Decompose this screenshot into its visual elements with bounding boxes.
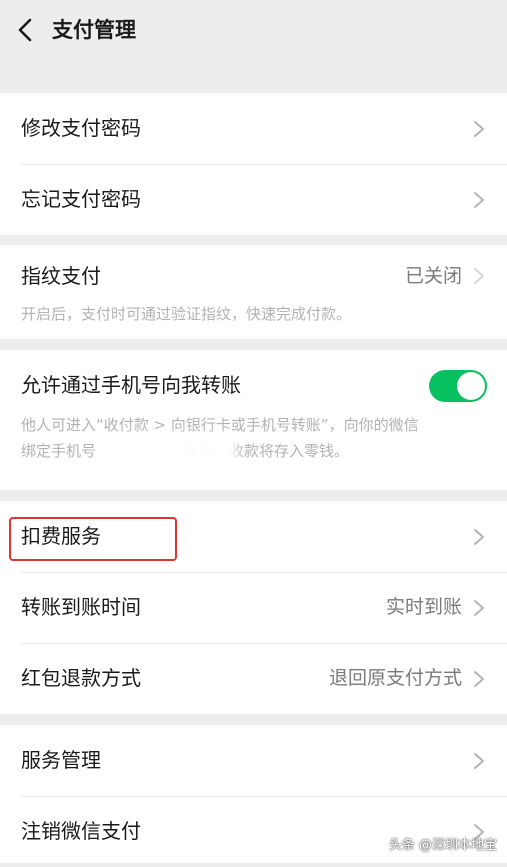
change-pay-password-row[interactable]: 修改支付密码 bbox=[0, 93, 507, 164]
transfer-time-label: 转账到账时间 bbox=[21, 595, 141, 619]
chevron-right-icon bbox=[474, 671, 484, 687]
navigation-bar: 支付管理 bbox=[0, 0, 507, 60]
phone-transfer-description-line1: 他人可进入“收付款 > 向银行卡或手机号转账”，向你的微信 bbox=[21, 416, 419, 434]
description-prefix: 绑定手机号 bbox=[21, 442, 97, 460]
deduction-service-highlight bbox=[9, 517, 177, 561]
fingerprint-description: 开启后，支付时可通过验证指纹，快速完成付款。 bbox=[21, 305, 352, 323]
phone-transfer-group: 允许通过手机号向我转账 他人可进入“收付款 > 向银行卡或手机号转账”，向你的微… bbox=[0, 350, 507, 490]
forgot-pay-password-row[interactable]: 忘记支付密码 bbox=[0, 164, 507, 235]
chevron-right-icon bbox=[474, 529, 484, 545]
change-pay-password-label: 修改支付密码 bbox=[21, 116, 141, 140]
phone-transfer-label: 允许通过手机号向我转账 bbox=[21, 373, 241, 397]
red-packet-refund-row[interactable]: 红包退款方式 退回原支付方式 bbox=[0, 643, 507, 714]
phone-transfer-toggle[interactable] bbox=[429, 370, 487, 402]
forgot-pay-password-label: 忘记支付密码 bbox=[21, 187, 141, 211]
chevron-right-icon bbox=[474, 600, 484, 616]
cancel-wechat-pay-label: 注销微信支付 bbox=[21, 819, 141, 843]
fingerprint-pay-row[interactable]: 指纹支付 已关闭 bbox=[0, 245, 507, 307]
page-title: 支付管理 bbox=[52, 18, 136, 42]
phone-transfer-description-line2: 绑定手机号 转账，收款将存入零钱。 bbox=[21, 438, 487, 464]
chevron-right-icon bbox=[474, 268, 484, 284]
service-manage-label: 服务管理 bbox=[21, 748, 101, 772]
red-packet-refund-value: 退回原支付方式 bbox=[328, 667, 462, 689]
fingerprint-pay-status: 已关闭 bbox=[404, 265, 462, 287]
transfer-time-row[interactable]: 转账到账时间 实时到账 bbox=[0, 572, 507, 643]
password-group: 修改支付密码 忘记支付密码 bbox=[0, 93, 507, 235]
privacy-blur bbox=[112, 441, 232, 467]
fingerprint-group: 指纹支付 已关闭 开启后，支付时可通过验证指纹，快速完成付款。 bbox=[0, 245, 507, 339]
red-packet-refund-label: 红包退款方式 bbox=[21, 666, 141, 690]
chevron-left-icon[interactable] bbox=[14, 16, 38, 44]
toggle-knob bbox=[457, 372, 485, 400]
watermark: 头条 @深圳本地宝 bbox=[388, 838, 497, 853]
chevron-right-icon bbox=[474, 121, 484, 137]
fingerprint-pay-label: 指纹支付 bbox=[21, 264, 101, 288]
chevron-right-icon bbox=[474, 753, 484, 769]
chevron-right-icon bbox=[474, 192, 484, 208]
service-manage-row[interactable]: 服务管理 bbox=[0, 725, 507, 796]
transfer-time-value: 实时到账 bbox=[385, 596, 462, 618]
